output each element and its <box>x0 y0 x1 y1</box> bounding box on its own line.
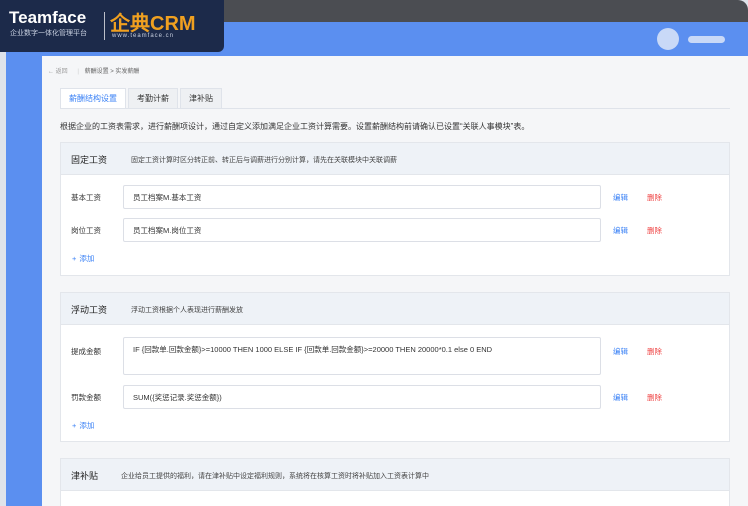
fixed-salary-note: 固定工资计算时区分转正前、转正后与调薪进行分别计算，请先在关联模块中关联调薪 <box>131 157 397 164</box>
tab-salary-structure[interactable]: 薪酬结构设置 <box>60 88 126 109</box>
sidebar <box>6 56 42 506</box>
floating-salary-note: 浮动工资根据个人表现进行薪酬发放 <box>131 307 243 314</box>
brand-divider <box>104 12 105 40</box>
salary-item-label: 岗位工资 <box>71 226 101 235</box>
fixed-salary-title: 固定工资 <box>71 155 108 165</box>
tab-attendance-pay[interactable]: 考勤计薪 <box>128 88 178 108</box>
delete-button[interactable]: 删除 <box>647 225 662 236</box>
tab-bar: 薪酬结构设置 考勤计薪 津补贴 <box>60 88 224 109</box>
add-label: 添加 <box>79 421 95 430</box>
floating-salary-title: 浮动工资 <box>71 305 108 315</box>
salary-item-label: 提成金额 <box>71 347 101 356</box>
allowance-card: 津补贴 企业给员工提供的福利，请在津补贴中设定福利规则，系统将在核算工资时将补贴… <box>60 458 730 506</box>
plus-icon: + <box>72 254 77 263</box>
back-link[interactable]: ← 返回 <box>48 69 68 75</box>
page-description: 根据企业的工资表需求，进行薪酬项设计，通过自定义添加满足企业工资计算需要。设置薪… <box>60 122 530 131</box>
fixed-salary-card: 固定工资 固定工资计算时区分转正前、转正后与调薪进行分别计算，请先在关联模块中关… <box>60 142 730 276</box>
delete-button[interactable]: 删除 <box>647 192 662 203</box>
salary-item-formula-field[interactable]: SUM({奖惩记录.奖惩金额}) <box>123 385 601 409</box>
add-fixed-item-button[interactable]: + 添加 <box>72 253 94 264</box>
brand-name-cn: 企典CRM <box>110 13 196 35</box>
delete-button[interactable]: 删除 <box>647 346 662 357</box>
salary-item-label: 基本工资 <box>71 193 101 202</box>
brand-url: www.teamface.cn <box>112 33 175 39</box>
tab-divider <box>60 108 730 109</box>
salary-item-formula-field[interactable]: 员工档案M.岗位工资 <box>123 218 601 242</box>
edit-button[interactable]: 编辑 <box>613 392 628 403</box>
tab-allowance[interactable]: 津补贴 <box>180 88 222 108</box>
edit-button[interactable]: 编辑 <box>613 346 628 357</box>
plus-icon: + <box>72 421 77 430</box>
add-floating-item-button[interactable]: + 添加 <box>72 420 94 431</box>
breadcrumb-parent[interactable]: 薪酬设置 <box>85 69 109 75</box>
allowance-note: 企业给员工提供的福利，请在津补贴中设定福利规则，系统将在核算工资时将补贴加入工资… <box>121 473 429 480</box>
salary-item-formula-field[interactable]: 员工档案M.基本工资 <box>123 185 601 209</box>
allowance-title: 津补贴 <box>71 471 99 481</box>
edit-button[interactable]: 编辑 <box>613 225 628 236</box>
breadcrumb-separator: | <box>77 69 79 75</box>
allowance-header: 津补贴 企业给员工提供的福利，请在津补贴中设定福利规则，系统将在核算工资时将补贴… <box>61 459 729 491</box>
delete-button[interactable]: 删除 <box>647 392 662 403</box>
salary-item-formula-field[interactable]: IF {回款单.回款金额}>=10000 THEN 1000 ELSE IF {… <box>123 337 601 375</box>
user-avatar[interactable] <box>657 28 679 50</box>
fixed-salary-header: 固定工资 固定工资计算时区分转正前、转正后与调薪进行分别计算，请先在关联模块中关… <box>61 143 729 175</box>
breadcrumb: ← 返回 | 薪酬设置 > 实发薪酬 <box>48 66 139 75</box>
brand-slogan: 企业数字一体化管理平台 <box>10 30 87 37</box>
edit-button[interactable]: 编辑 <box>613 192 628 203</box>
floating-salary-card: 浮动工资 浮动工资根据个人表现进行薪酬发放 提成金额 IF {回款单.回款金额}… <box>60 292 730 442</box>
salary-item-label: 罚款金额 <box>71 393 101 402</box>
breadcrumb-current: > 实发薪酬 <box>110 69 140 75</box>
app-window: Teamface 企业数字一体化管理平台 企典CRM www.teamface.… <box>0 0 748 506</box>
add-label: 添加 <box>79 254 95 263</box>
brand-logo: Teamface 企业数字一体化管理平台 企典CRM www.teamface.… <box>0 0 224 52</box>
main-content: ← 返回 | 薪酬设置 > 实发薪酬 薪酬结构设置 考勤计薪 津补贴 根据企业的… <box>42 56 748 506</box>
user-name-placeholder[interactable] <box>688 36 725 43</box>
floating-salary-header: 浮动工资 浮动工资根据个人表现进行薪酬发放 <box>61 293 729 325</box>
brand-name-en: Teamface <box>9 8 87 27</box>
